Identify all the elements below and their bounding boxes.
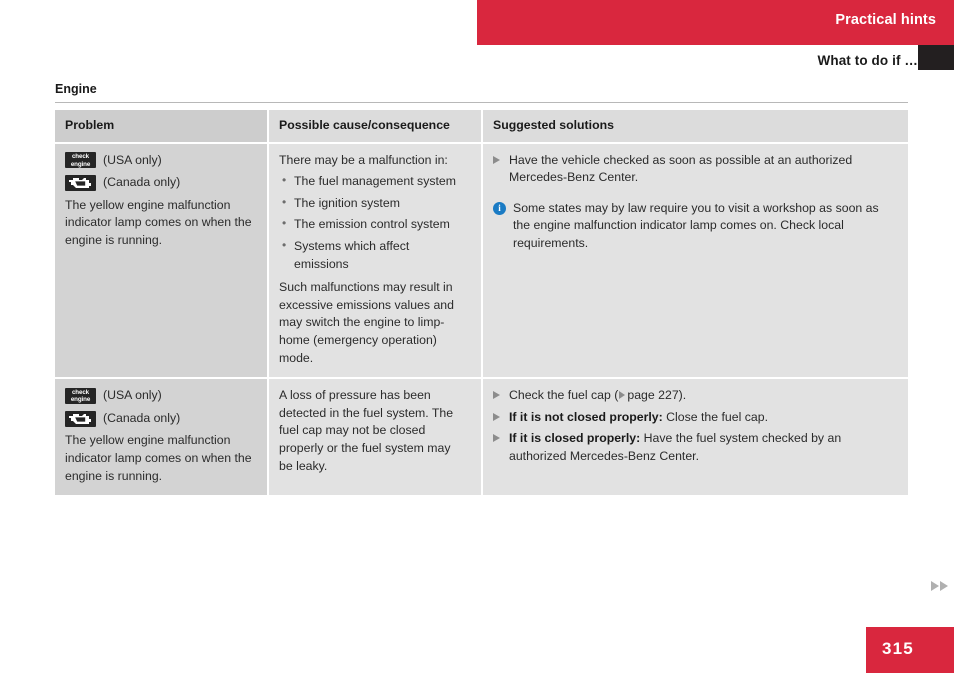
- solution-step: Check the fuel cap ( page 227).: [493, 387, 896, 405]
- column-header-solutions: Suggested solutions: [483, 110, 908, 142]
- solution-step: Have the vehicle checked as soon as poss…: [493, 152, 896, 187]
- cell-cause: There may be a malfunction in: The fuel …: [269, 143, 481, 378]
- check-engine-icon-line1: check: [71, 153, 90, 161]
- next-page-arrows[interactable]: [931, 581, 948, 591]
- chevron-right-icon: [931, 581, 939, 591]
- cell-problem: check engine (USA only) (Canada only) Th…: [55, 379, 267, 496]
- page-reference-label[interactable]: page 227: [627, 388, 678, 402]
- list-item: The fuel management system: [279, 172, 467, 191]
- lamp-label-usa: (USA only): [103, 152, 162, 167]
- list-item: The emission control system: [279, 215, 467, 234]
- lamp-label-canada: (Canada only): [103, 410, 181, 425]
- cell-solutions: Check the fuel cap ( page 227). If it is …: [483, 379, 908, 496]
- section-divider: [55, 102, 908, 103]
- section-title-engine: Engine: [55, 82, 97, 96]
- cell-problem: check engine (USA only) (Canada only) Th…: [55, 143, 267, 378]
- problem-description: The yellow engine malfunction indicator …: [65, 433, 252, 483]
- table-row: check engine (USA only) (Canada only) Th…: [55, 379, 908, 496]
- solution-step-condition: If it is closed properly:: [509, 431, 641, 446]
- solution-step-condition: If it is not closed properly:: [509, 409, 663, 424]
- triangle-bullet-icon: [493, 434, 500, 443]
- cell-solutions: Have the vehicle checked as soon as poss…: [483, 143, 908, 378]
- info-note: i Some states may by law require you to …: [493, 200, 896, 253]
- engine-symbol-glyph: [69, 177, 91, 188]
- lamp-label-usa: (USA only): [103, 388, 162, 403]
- page-number-block: 315: [866, 627, 954, 673]
- info-icon: i: [493, 202, 506, 216]
- what-to-do-if-subtitle: What to do if …: [817, 53, 918, 68]
- list-item: Systems which affect emissions: [279, 237, 467, 273]
- column-header-problem: Problem: [55, 110, 267, 142]
- check-engine-icon-line2: engine: [70, 396, 91, 404]
- lamp-indicator-usa: check engine (USA only): [65, 152, 255, 170]
- cell-cause: A loss of pressure has been detected in …: [269, 379, 481, 496]
- cause-bullet-list: The fuel management system The ignition …: [279, 172, 467, 273]
- triangle-bullet-icon: [493, 391, 500, 400]
- chapter-tab-marker: [918, 45, 954, 70]
- troubleshooting-table: Problem Possible cause/consequence Sugge…: [55, 110, 908, 496]
- column-header-cause: Possible cause/consequence: [269, 110, 481, 142]
- solution-step-text-before-ref: Check the fuel cap (: [509, 388, 619, 403]
- lamp-indicator-canada: (Canada only): [65, 174, 255, 192]
- solution-step-text: Close the fuel cap.: [662, 409, 769, 424]
- check-engine-text-icon: check engine: [65, 152, 96, 169]
- check-engine-icon-line2: engine: [70, 160, 91, 168]
- lamp-indicator-usa: check engine (USA only): [65, 387, 255, 405]
- list-item: The ignition system: [279, 194, 467, 213]
- lamp-label-canada: (Canada only): [103, 175, 181, 190]
- cause-outro: Such malfunctions may result in excessiv…: [279, 280, 454, 365]
- cause-intro: There may be a malfunction in:: [279, 152, 448, 167]
- solution-step: If it is not closed properly: Close the …: [493, 409, 896, 427]
- table-row: check engine (USA only) (Canada only) Th…: [55, 143, 908, 378]
- solution-step-text: Have the vehicle checked as soon as poss…: [509, 152, 853, 185]
- lamp-indicator-canada: (Canada only): [65, 410, 255, 428]
- engine-symbol-icon: [65, 174, 96, 191]
- problem-description: The yellow engine malfunction indicator …: [65, 197, 252, 247]
- page-number: 315: [882, 639, 914, 658]
- info-note-text: Some states may by law require you to vi…: [513, 200, 879, 250]
- engine-symbol-glyph: [69, 413, 91, 424]
- check-engine-icon-line1: check: [71, 388, 90, 396]
- solution-step: If it is closed properly: Have the fuel …: [493, 430, 896, 465]
- chevron-right-icon: [940, 581, 948, 591]
- practical-hints-header-band: Practical hints: [477, 0, 954, 45]
- triangle-bullet-icon: [493, 155, 500, 164]
- practical-hints-title: Practical hints: [835, 12, 936, 28]
- solution-step-text-after-ref: ).: [678, 388, 687, 403]
- triangle-bullet-icon: [493, 412, 500, 421]
- page-reference-triangle-icon: [619, 391, 626, 400]
- table-header-row: Problem Possible cause/consequence Sugge…: [55, 110, 908, 142]
- cause-outro: A loss of pressure has been detected in …: [279, 388, 454, 473]
- engine-symbol-icon: [65, 410, 96, 427]
- check-engine-text-icon: check engine: [65, 387, 96, 404]
